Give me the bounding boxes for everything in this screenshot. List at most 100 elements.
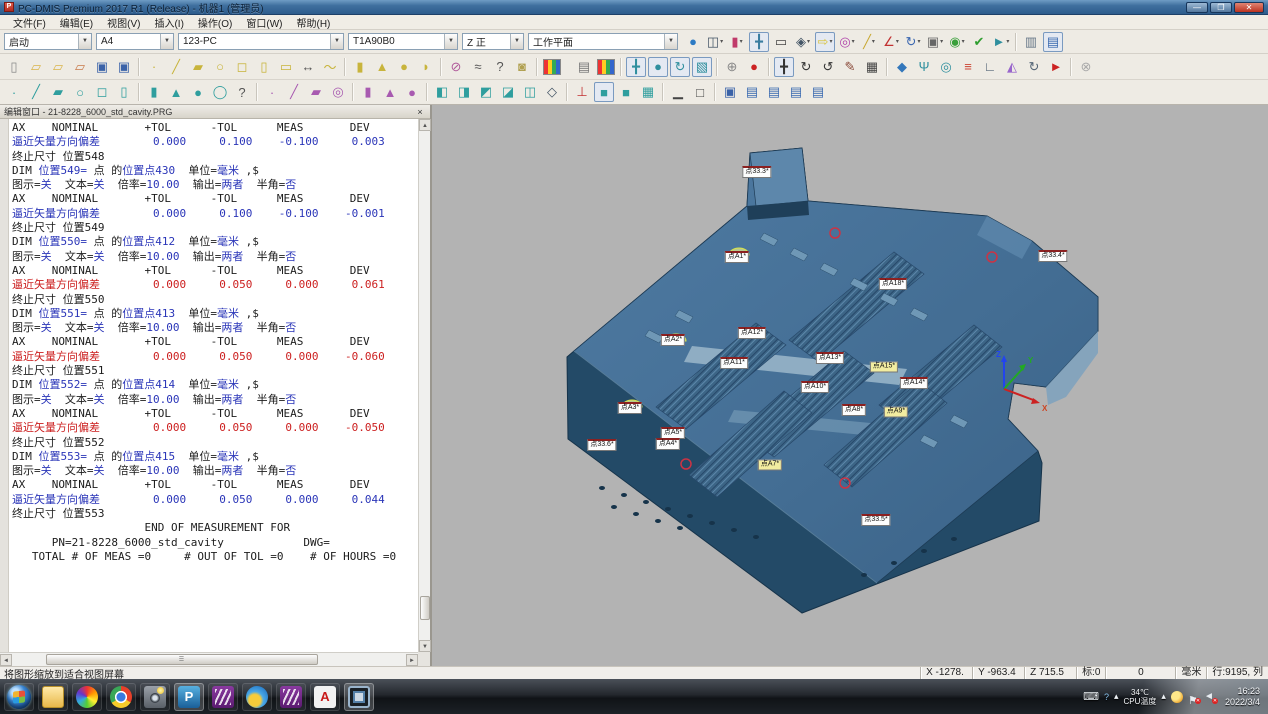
auto-feature-icon[interactable]: ◎▾ <box>837 32 857 52</box>
measured-point-icon[interactable]: · <box>144 57 164 77</box>
edit-window-close-icon[interactable]: × <box>414 107 426 117</box>
point-label-A3[interactable]: 点A3* <box>618 402 642 414</box>
point-label-33.6[interactable]: 点33.6* <box>587 439 616 451</box>
quickstart-icon-dropdown-arrow[interactable]: ▾ <box>829 38 832 45</box>
explorer-app[interactable] <box>38 683 68 711</box>
auto-plane-icon[interactable]: ▰ <box>48 82 68 102</box>
auto-point-icon[interactable]: · <box>4 82 24 102</box>
feature-tree-icon[interactable]: Ψ <box>914 57 934 77</box>
keyboard-icon[interactable]: ⌨ <box>1083 690 1099 703</box>
rotate-mode-icon[interactable]: ↻ <box>670 57 690 77</box>
vertical-scrollbar[interactable]: ▲ ▼ <box>418 119 430 652</box>
translate-mode-icon[interactable]: ╋ <box>626 57 646 77</box>
measured-round-slot-icon[interactable]: ◻ <box>232 57 252 77</box>
probe-file-combo-dropdown-icon[interactable]: ▼ <box>160 34 173 49</box>
point-label-A4[interactable]: 点A4* <box>656 438 680 450</box>
machine-combo[interactable]: 123-PC▼ <box>178 33 344 50</box>
menu-item-1[interactable]: 文件(F) <box>6 15 53 30</box>
point-label-A15[interactable]: 点A15* <box>870 362 898 373</box>
point-label-A9[interactable]: 点A9* <box>884 407 908 418</box>
screenshot-app[interactable] <box>140 683 170 711</box>
minimize-graphics-icon[interactable]: ▁ <box>668 82 688 102</box>
workplane-combo-dropdown-icon[interactable]: ▼ <box>664 34 677 49</box>
point-label-A7[interactable]: 点A7* <box>758 460 782 471</box>
auto-square-slot-icon[interactable]: ▯ <box>114 82 134 102</box>
color-app[interactable] <box>72 683 102 711</box>
scroll-up-icon[interactable]: ▲ <box>419 119 431 131</box>
probe-disabled-icon[interactable]: ⊗ <box>1076 57 1096 77</box>
probe-pen-icon[interactable]: ✎ <box>840 57 860 77</box>
tip-combo-dropdown-icon[interactable]: ▼ <box>444 34 457 49</box>
auto-line-icon[interactable]: ╱ <box>26 82 46 102</box>
mesh-icon[interactable]: ◙ <box>512 57 532 77</box>
action-center-icon[interactable]: ✕ <box>1188 691 1199 703</box>
quickstart-icon[interactable]: ⇨▾ <box>815 32 835 52</box>
axis-combo[interactable]: Z 正▼ <box>462 33 524 50</box>
axes-icon[interactable]: ∟ <box>980 57 1000 77</box>
copy-pages-icon-dropdown-arrow[interactable]: ▾ <box>940 38 943 45</box>
execute-icon-dropdown-arrow[interactable]: ▾ <box>1006 38 1009 45</box>
horizontal-scroll-thumb[interactable]: ☰ <box>46 654 318 665</box>
menu-item-4[interactable]: 插入(I) <box>147 15 190 30</box>
point-label-A14[interactable]: 点A14* <box>900 377 928 389</box>
measured-notch-icon[interactable]: ▭ <box>276 57 296 77</box>
dimension-line-icon[interactable]: ╱▾ <box>859 32 879 52</box>
cad-model[interactable]: Z Y X <box>434 105 1268 666</box>
machine-combo-dropdown-icon[interactable]: ▼ <box>330 34 343 49</box>
qq-app[interactable] <box>242 683 272 711</box>
probe-toggle-icon[interactable]: ▮▾ <box>727 32 747 52</box>
startup-combo[interactable]: 启动▼ <box>4 33 92 50</box>
view-setup-icon-dropdown-arrow[interactable]: ▾ <box>720 38 723 45</box>
view-cube-left-icon[interactable]: ◫ <box>520 82 540 102</box>
view-setup-icon[interactable]: ◫▾ <box>705 32 725 52</box>
point-label-A18[interactable]: 点A18* <box>879 278 907 290</box>
view-cube-bottom-icon[interactable]: ◪ <box>498 82 518 102</box>
point-label-A2[interactable]: 点A2* <box>661 334 685 346</box>
minimize-button[interactable]: — <box>1186 2 1208 13</box>
close-file-icon[interactable]: ▱ <box>70 57 90 77</box>
globe-icon[interactable]: ⊕ <box>722 57 742 77</box>
report-layout2-icon[interactable]: ▤ <box>764 82 784 102</box>
alignment-icon[interactable]: ↻▾ <box>903 32 923 52</box>
point-label-33.4[interactable]: 点33.4* <box>1038 250 1067 262</box>
save-icon[interactable]: ▣ <box>92 57 112 77</box>
help-icon[interactable]: ? <box>490 57 510 77</box>
wireframe-view-icon-dropdown-arrow[interactable]: ▾ <box>807 38 810 45</box>
report-layout4-icon[interactable]: ▤ <box>808 82 828 102</box>
help-tray-icon[interactable]: ? <box>1104 692 1109 702</box>
chrome-app[interactable] <box>106 683 136 711</box>
close-button[interactable]: ✕ <box>1234 2 1264 13</box>
measured-curve-icon[interactable]: ～ <box>320 57 340 77</box>
scale-mode-icon[interactable]: ▧ <box>692 57 712 77</box>
scale-to-fit-icon[interactable]: ╋ <box>749 32 769 52</box>
horizontal-scrollbar[interactable]: ◄ ☰ ► <box>0 652 418 666</box>
mark-check-icon[interactable]: ✔ <box>969 32 989 52</box>
coreldraw2-app[interactable] <box>276 683 306 711</box>
report-layout3-icon[interactable]: ▤ <box>786 82 806 102</box>
window-app[interactable] <box>344 683 374 711</box>
window-graphics-icon[interactable]: □ <box>690 82 710 102</box>
measured-width-icon[interactable]: ↔ <box>298 57 318 77</box>
pdf-app[interactable]: A <box>310 683 340 711</box>
execute-icon[interactable]: ►▾ <box>991 32 1011 52</box>
cad-solid-icon[interactable]: ◆ <box>892 57 912 77</box>
gage-icon[interactable]: ⊘ <box>446 57 466 77</box>
grid-icon[interactable]: ▦ <box>638 82 658 102</box>
cpu-temp-indicator[interactable]: 34℃ CPU温度 <box>1124 688 1157 706</box>
scan-icon[interactable]: ≈ <box>468 57 488 77</box>
measured-square-slot-icon[interactable]: ▯ <box>254 57 274 77</box>
constructed-cylinder-icon[interactable]: ▮ <box>358 82 378 102</box>
measured-sphere-icon[interactable]: ● <box>394 57 414 77</box>
measured-circle-icon[interactable]: ○ <box>210 57 230 77</box>
constructed-line-icon[interactable]: ╱ <box>284 82 304 102</box>
measured-cylinder-icon[interactable]: ▮ <box>350 57 370 77</box>
open-file-icon[interactable]: ▱ <box>26 57 46 77</box>
tray-expand-icon[interactable]: ▴ <box>1114 691 1119 702</box>
coreldraw-app[interactable] <box>208 683 238 711</box>
view-cube-back-icon[interactable]: ◨ <box>454 82 474 102</box>
graphics-window[interactable]: Z Y X 点33.3*点A1*点A18*点33.4*点A12*点A2*点A11… <box>434 105 1268 666</box>
auto-slot-icon[interactable]: ◻ <box>92 82 112 102</box>
scroll-down-icon[interactable]: ▼ <box>419 640 431 652</box>
report-save-icon[interactable]: ▣ <box>720 82 740 102</box>
color-palette-icon[interactable] <box>542 57 562 77</box>
